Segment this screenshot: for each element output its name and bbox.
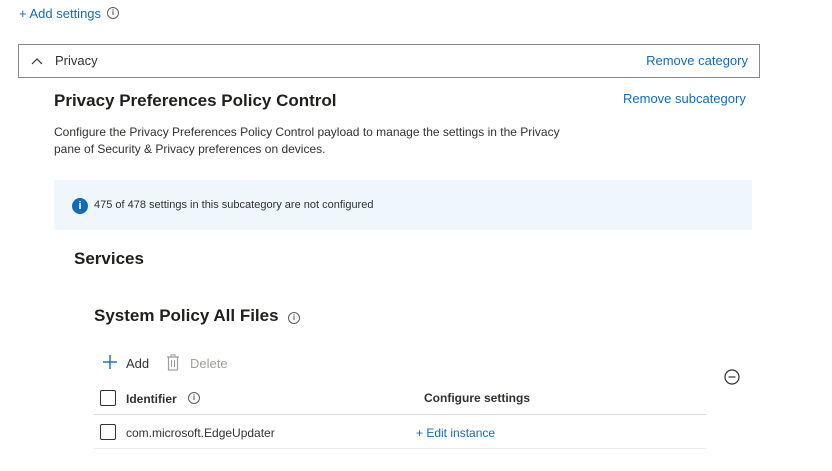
chevron-up-icon[interactable] (31, 57, 43, 65)
category-header[interactable]: Privacy Remove category (18, 44, 760, 78)
row-checkbox[interactable] (100, 424, 116, 440)
subcategory-title: Privacy Preferences Policy Control (54, 91, 337, 110)
add-settings-link[interactable]: + Add settings (19, 6, 101, 21)
info-banner: i 475 of 478 settings in this subcategor… (54, 180, 752, 230)
plus-icon (103, 355, 117, 369)
identifier-info-icon[interactable]: i (188, 392, 200, 404)
trash-icon (167, 354, 179, 371)
column-header-identifier[interactable]: Identifier (126, 392, 177, 406)
column-header-configure: Configure settings (424, 391, 531, 405)
description-line-1: Configure the Privacy Preferences Policy… (54, 125, 560, 139)
remove-subcategory-button[interactable]: Remove subcategory (623, 91, 746, 106)
description-line-2: pane of Security & Privacy preferences o… (54, 142, 326, 156)
info-filled-icon: i (72, 198, 88, 214)
info-banner-text: 475 of 478 settings in this subcategory … (94, 199, 374, 211)
setting-title: System Policy All Files (94, 306, 279, 325)
add-settings-info-icon[interactable]: i (107, 7, 119, 19)
remove-category-button[interactable]: Remove category (646, 53, 748, 68)
subcategory-description: Configure the Privacy Preferences Policy… (54, 124, 560, 158)
edit-instance-link[interactable]: + Edit instance (416, 426, 495, 440)
row-identifier: com.microsoft.EdgeUpdater (126, 426, 275, 440)
setting-info-icon[interactable]: i (288, 312, 300, 324)
category-name: Privacy (55, 53, 98, 68)
services-heading: Services (74, 249, 144, 268)
table-row: com.microsoft.EdgeUpdater + Edit instanc… (94, 415, 706, 449)
minus-circle-icon[interactable] (724, 369, 740, 385)
add-button-label: Add (126, 356, 150, 371)
add-settings-label[interactable]: + Add settings (19, 6, 101, 21)
delete-button-label: Delete (190, 356, 228, 371)
select-all-checkbox[interactable] (100, 390, 116, 406)
